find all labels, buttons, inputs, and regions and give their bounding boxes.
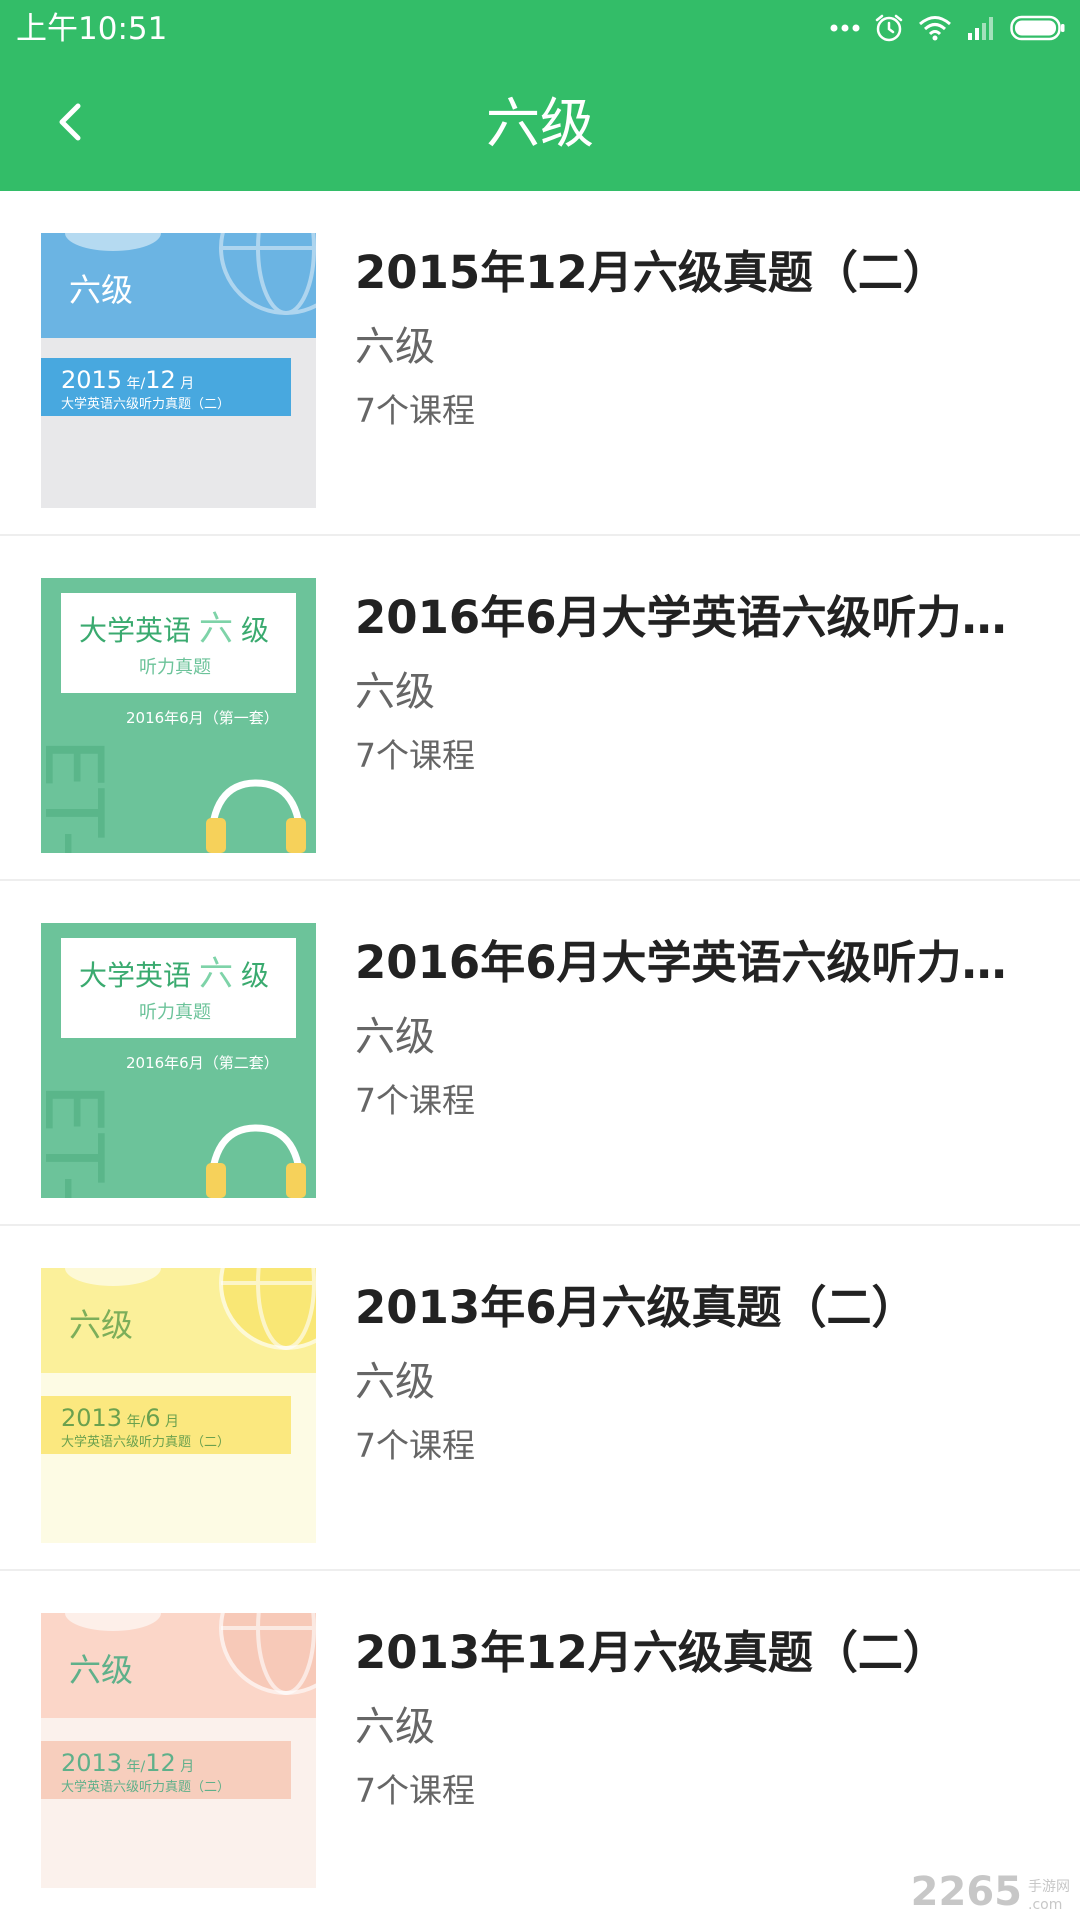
course-item[interactable]: ET-6 大学英语六级 听力真题 2016年6月（第二套） 2016年6月大学英… xyxy=(0,881,1080,1226)
page-title: 六级 xyxy=(486,92,594,155)
course-cover-image: ET-6 大学英语六级 听力真题 2016年6月（第二套） xyxy=(41,923,316,1198)
course-item[interactable]: 六级 2013 年/6 月 大学英语六级听力真题（二） 2013年6月六级真题（… xyxy=(0,1226,1080,1571)
course-category: 六级 xyxy=(355,669,435,715)
course-item[interactable]: ET-6 大学英语六级 听力真题 2016年6月（第一套） 2016年6月大学英… xyxy=(0,536,1080,881)
svg-text:大学英语六级听力真题（二）: 大学英语六级听力真题（二） xyxy=(61,1434,230,1450)
top-bar: 上午10:51 六级 xyxy=(0,0,1080,191)
wifi-icon xyxy=(918,15,952,41)
course-category: 六级 xyxy=(355,1014,435,1060)
course-title: 2013年12月六级真题（二） xyxy=(355,1626,948,1679)
course-cover-image: 六级 2015 年/12 月 大学英语六级听力真题（二） xyxy=(41,233,316,508)
course-category: 六级 xyxy=(355,1359,435,1405)
course-item[interactable]: 六级 2013 年/12 月 大学英语六级听力真题（二） 2013年12月六级真… xyxy=(0,1571,1080,1916)
svg-text:六级: 六级 xyxy=(69,271,133,309)
svg-text:大学英语六级: 大学英语六级 xyxy=(79,954,269,994)
svg-text:大学英语六级听力真题（二）: 大学英语六级听力真题（二） xyxy=(61,396,230,412)
svg-text:ET-6: ET-6 xyxy=(41,738,120,853)
course-title: 2016年6月大学英语六级听力真题... xyxy=(355,936,1045,989)
status-time: 上午10:51 xyxy=(16,11,168,47)
course-item[interactable]: 六级 2015 年/12 月 大学英语六级听力真题（二） 2015年12月六级真… xyxy=(0,191,1080,536)
course-list: 六级 2015 年/12 月 大学英语六级听力真题（二） 2015年12月六级真… xyxy=(0,191,1080,1916)
svg-text:2016年6月（第二套）: 2016年6月（第二套） xyxy=(126,1054,279,1072)
battery-icon xyxy=(1010,15,1066,41)
alarm-icon xyxy=(874,13,904,43)
status-icons xyxy=(830,8,1066,48)
watermark: 2265 手游网 .com xyxy=(911,1870,1070,1914)
svg-text:六级: 六级 xyxy=(69,1306,133,1344)
course-category: 六级 xyxy=(355,1704,435,1750)
course-title: 2015年12月六级真题（二） xyxy=(355,246,948,299)
course-cover-image: ET-6 大学英语六级 听力真题 2016年6月（第一套） xyxy=(41,578,316,853)
course-count: 7个课程 xyxy=(355,1426,475,1465)
svg-text:大学英语六级听力真题（二）: 大学英语六级听力真题（二） xyxy=(61,1779,230,1795)
course-count: 7个课程 xyxy=(355,1081,475,1120)
svg-text:听力真题: 听力真题 xyxy=(139,657,211,678)
svg-text:2016年6月（第一套）: 2016年6月（第一套） xyxy=(126,709,279,727)
course-count: 7个课程 xyxy=(355,1771,475,1810)
watermark-label: 手游网 xyxy=(1028,1879,1070,1895)
course-title: 2016年6月大学英语六级听力真题... xyxy=(355,591,1045,644)
more-dots-icon xyxy=(830,23,860,33)
svg-text:ET-6: ET-6 xyxy=(41,1083,120,1198)
svg-text:听力真题: 听力真题 xyxy=(139,1002,211,1023)
course-count: 7个课程 xyxy=(355,736,475,775)
watermark-digits: 2265 xyxy=(910,1869,1022,1915)
svg-text:六级: 六级 xyxy=(69,1651,133,1689)
watermark-suffix: .com xyxy=(1028,1897,1063,1913)
watermark-text: 手游网 .com xyxy=(1028,1878,1070,1914)
course-category: 六级 xyxy=(355,324,435,370)
course-cover-image: 六级 2013 年/12 月 大学英语六级听力真题（二） xyxy=(41,1613,316,1888)
signal-icon xyxy=(966,15,996,41)
course-cover-image: 六级 2013 年/6 月 大学英语六级听力真题（二） xyxy=(41,1268,316,1543)
svg-text:大学英语六级: 大学英语六级 xyxy=(79,609,269,649)
course-title: 2013年6月六级真题（二） xyxy=(355,1281,917,1334)
course-count: 7个课程 xyxy=(355,391,475,430)
